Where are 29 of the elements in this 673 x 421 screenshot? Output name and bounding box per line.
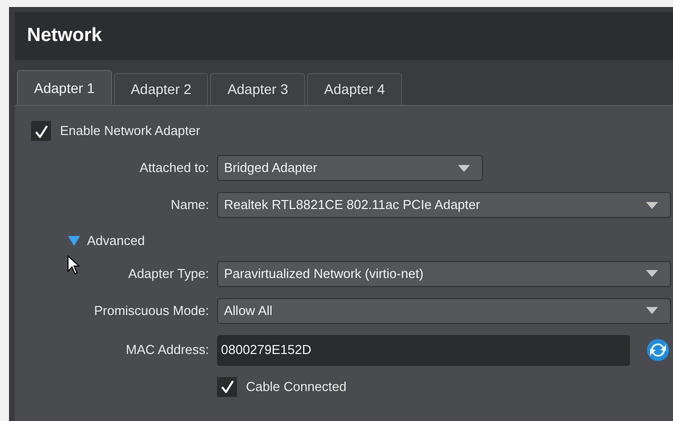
dropdown[interactable]: Paravirtualized Network (virtio-net) [217,260,671,286]
field-label: Attached to: [140,159,209,178]
tab[interactable]: Adapter 1 [17,70,112,105]
dropdown[interactable]: Allow All [217,298,671,324]
caret-icon [646,202,658,208]
section-title: Network [27,24,102,48]
field-label: Promiscuous Mode: [94,302,209,320]
tab[interactable]: Adapter 4 [307,73,402,105]
field-label: Name: [170,196,209,214]
expander-icon[interactable] [68,236,80,246]
dropdown[interactable]: Bridged Adapter [217,155,483,181]
text-field[interactable]: 0800279E152D [217,334,630,366]
caret-icon [646,270,658,277]
checkbox[interactable] [217,376,237,396]
refresh-icon[interactable] [646,338,670,362]
caret-icon [646,307,658,314]
checkbox[interactable] [31,121,51,141]
tab[interactable]: Adapter 2 [114,73,208,105]
cursor-icon [67,254,81,274]
section-label[interactable]: Advanced [87,231,145,250]
caret-icon [458,164,470,172]
dropdown[interactable]: Realtek RTL8821CE 802.11ac PCIe Adapter [217,192,671,218]
check-icon [34,124,48,138]
field-label: MAC Address: [126,341,209,360]
check-icon [220,380,234,393]
field-label: Adapter Type: [128,264,209,283]
checkbox-label[interactable]: Enable Network Adapter [60,121,200,141]
tab[interactable]: Adapter 3 [210,73,306,105]
checkbox-label[interactable]: Cable Connected [246,376,346,396]
